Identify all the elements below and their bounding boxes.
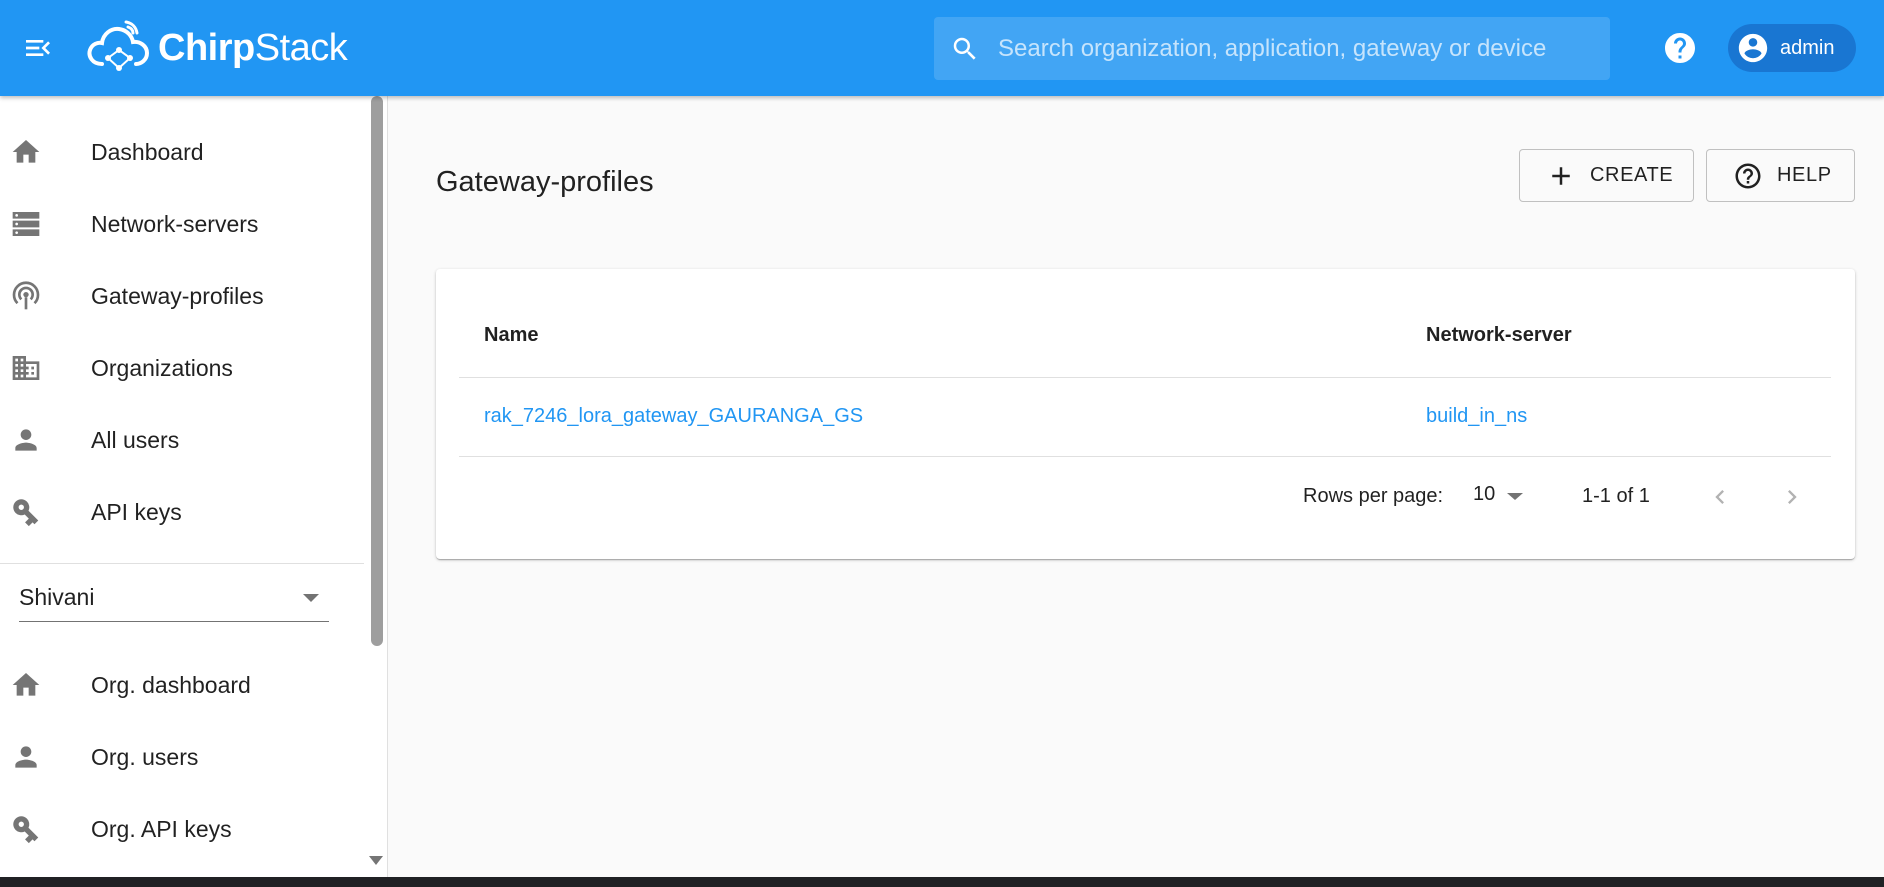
sidebar-item-org-dashboard[interactable]: Org. dashboard [0, 649, 364, 721]
previous-page-button[interactable] [1700, 477, 1740, 517]
pagination-range: 1-1 of 1 [1582, 485, 1650, 507]
rows-per-page-label: Rows per page: [1303, 485, 1444, 507]
gateway-profile-name-link[interactable]: rak_7246_lora_gateway_GAURANGA_GS [484, 405, 863, 428]
column-header-network-server: Network-server [1426, 324, 1572, 346]
plus-icon [1546, 161, 1576, 191]
server-icon [10, 208, 42, 240]
sidebar-divider [0, 563, 364, 564]
page-title: Gateway-profiles [436, 166, 654, 198]
home-icon [10, 669, 42, 701]
gateway-profiles-table-card: Name Network-server rak_7246_lora_gatewa… [436, 269, 1855, 559]
sidebar-item-all-users[interactable]: All users [0, 404, 364, 476]
sidebar-item-label: Org. API keys [91, 815, 232, 842]
building-icon [10, 352, 42, 384]
sidebar-scrollbar[interactable] [366, 96, 386, 877]
chevron-right-icon [1788, 490, 1797, 504]
gateway-icon [10, 280, 42, 312]
sidebar-item-label: Org. dashboard [91, 671, 251, 698]
scroll-down-arrow-icon[interactable] [369, 856, 383, 865]
person-icon [10, 741, 42, 773]
cloud-logo-icon [87, 20, 150, 71]
user-name: admin [1780, 36, 1835, 59]
home-icon [10, 136, 42, 168]
sidebar-item-api-keys[interactable]: API keys [0, 476, 364, 548]
chirpstack-logo[interactable]: ChirpStack [86, 18, 348, 78]
app-bar: ChirpStack admin [0, 0, 1884, 96]
sidebar-item-label: Network-servers [91, 210, 259, 237]
help-button[interactable]: HELP [1706, 149, 1855, 202]
sidebar-item-org-users[interactable]: Org. users [0, 721, 364, 793]
create-button-label: CREATE [1590, 164, 1674, 186]
help-outline-icon [1733, 161, 1763, 191]
next-page-button[interactable] [1772, 477, 1812, 517]
scrollbar-thumb[interactable] [371, 96, 383, 646]
sidebar-item-label: Gateway-profiles [91, 282, 264, 309]
sidebar: Dashboard Network-servers Gateway-profil… [0, 96, 388, 877]
search-bar [934, 17, 1610, 80]
sidebar-item-label: Org. users [91, 743, 199, 770]
column-header-name: Name [484, 324, 539, 346]
account-circle-icon [1738, 33, 1768, 63]
help-circle-icon [1665, 33, 1695, 63]
search-icon [934, 17, 990, 80]
header-divider [459, 377, 1831, 378]
taskbar-strip [0, 877, 1884, 887]
key-icon [10, 813, 42, 845]
organization-select-value: Shivani [19, 584, 95, 610]
chevron-left-icon [1715, 490, 1724, 504]
rows-per-page-value: 10 [1473, 483, 1496, 505]
chevron-down-icon [1507, 493, 1523, 500]
sidebar-item-label: Organizations [91, 354, 233, 381]
row-divider [459, 456, 1831, 457]
create-button[interactable]: CREATE [1519, 149, 1694, 202]
rows-per-page-select[interactable]: 10 [1473, 479, 1533, 511]
key-icon [10, 496, 42, 528]
sidebar-item-label: Dashboard [91, 138, 204, 165]
sidebar-item-dashboard[interactable]: Dashboard [0, 116, 364, 188]
sidebar-item-gateway-profiles[interactable]: Gateway-profiles [0, 260, 364, 332]
help-button-top[interactable] [1660, 28, 1700, 68]
user-menu-button[interactable]: admin [1728, 24, 1856, 72]
network-server-link[interactable]: build_in_ns [1426, 405, 1527, 428]
sidebar-item-label: All users [91, 426, 180, 453]
menu-back-button[interactable] [14, 24, 62, 72]
sidebar-item-organizations[interactable]: Organizations [0, 332, 364, 404]
search-input[interactable] [990, 17, 1610, 80]
menu-back-icon [26, 40, 50, 56]
sidebar-item-org-api-keys[interactable]: Org. API keys [0, 793, 364, 865]
chevron-down-icon [303, 594, 319, 602]
sidebar-item-network-servers[interactable]: Network-servers [0, 188, 364, 260]
sidebar-item-label: API keys [91, 498, 182, 525]
brand-name: ChirpStack [158, 26, 348, 69]
organization-select[interactable]: Shivani [19, 578, 329, 622]
help-button-label: HELP [1777, 164, 1832, 186]
person-icon [10, 424, 42, 456]
